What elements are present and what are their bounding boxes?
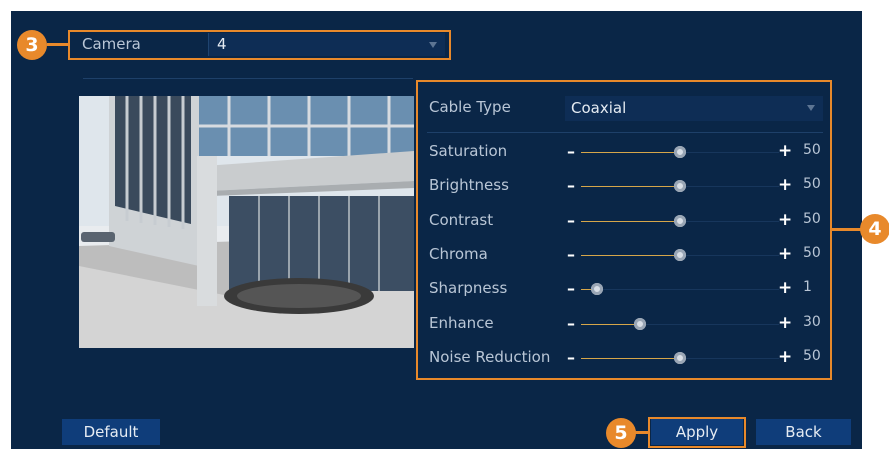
callout-badge-3: 3 (17, 30, 47, 60)
divider (83, 78, 413, 79)
camera-callout-connector (47, 43, 69, 46)
settings-callout-box (416, 80, 832, 380)
building-preview-image (79, 96, 414, 348)
apply-callout-box (648, 417, 746, 448)
back-button[interactable]: Back (756, 419, 851, 445)
callout-badge-4: 4 (860, 214, 889, 244)
camera-preview (79, 96, 414, 348)
camera-callout-box (68, 30, 451, 60)
default-button[interactable]: Default (62, 419, 160, 445)
settings-callout-connector (831, 228, 863, 231)
callout-badge-5: 5 (606, 418, 636, 448)
apply-callout-connector (635, 431, 649, 434)
